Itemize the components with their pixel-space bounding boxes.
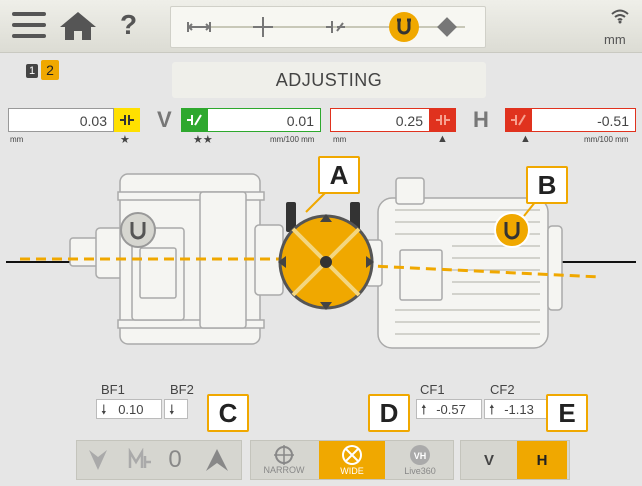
arrow-up-icon: 🠕 (421, 402, 427, 417)
help-icon[interactable]: ? (120, 9, 137, 41)
cf2-label: CF2 (490, 382, 515, 397)
view-direction-panel: V H (460, 440, 570, 480)
vh-badge: VH (414, 451, 427, 461)
callout-c: C (207, 394, 249, 432)
bf1-value-box: 🠗 0.10 (96, 399, 162, 419)
arrow-up-icon: 🠕 (489, 402, 495, 417)
h-gap-icon (430, 108, 456, 132)
move-up-button[interactable] (201, 441, 233, 479)
h-coupling-unit: mm (333, 135, 347, 144)
warning-icon: ▲ (437, 133, 448, 145)
h-angle-icon (505, 108, 531, 132)
cf1-value-box: 🠕 -0.57 (416, 399, 482, 419)
v-angle-field: 0.01 (207, 108, 321, 132)
workflow-steps (170, 6, 486, 48)
v-gap-icon (114, 108, 140, 132)
page-1-button[interactable]: 1 (26, 64, 38, 78)
wifi-icon (610, 8, 630, 24)
bf1-value: 0.10 (118, 402, 144, 417)
step-dimensions-icon[interactable] (185, 13, 213, 41)
crosshair-icon (274, 445, 294, 465)
view-v-button[interactable]: V (465, 441, 513, 479)
h-coupling-field: 0.25 (330, 108, 430, 132)
h-label: H (473, 107, 489, 132)
step-measure-icon[interactable] (249, 13, 277, 41)
wide-mode-button[interactable]: WIDE (319, 441, 385, 479)
callout-a: A (318, 156, 360, 194)
star-icon: ★ (120, 134, 130, 146)
zero-button[interactable]: 0 (163, 441, 187, 479)
bf1-label: BF1 (101, 382, 125, 397)
wide-mode-label: WIDE (340, 466, 364, 476)
home-icon[interactable] (58, 10, 98, 47)
live360-icon: VH (410, 445, 430, 465)
arrow-down-icon: 🠗 (169, 402, 175, 417)
tolerance-mode-panel: NARROW WIDE VH Live360 (250, 440, 454, 480)
callout-e: E (546, 394, 588, 432)
h-angle-field: -0.51 (531, 108, 636, 132)
cf1-label: CF1 (420, 382, 445, 397)
arrow-down-icon: 🠗 (101, 402, 107, 417)
unit-label: mm (604, 32, 626, 47)
step-results-icon[interactable] (321, 13, 349, 41)
step-adjust-icon[interactable] (389, 12, 419, 42)
page-2-button[interactable]: 2 (41, 60, 59, 80)
warning-icon: ▲ (520, 133, 531, 145)
menu-icon[interactable] (12, 12, 46, 40)
live360-mode-label: Live360 (404, 466, 436, 476)
view-h-button[interactable]: H (517, 441, 567, 479)
cf2-value-box: 🠕 -1.13 (484, 399, 550, 419)
bf2-value-box: 🠗 (164, 399, 188, 419)
move-down-button[interactable] (83, 441, 113, 479)
callout-d: D (368, 394, 410, 432)
cf1-value: -0.57 (436, 402, 466, 417)
foot-magnet-icon (120, 212, 156, 248)
wide-mode-icon (342, 445, 362, 465)
narrow-mode-button[interactable]: NARROW (251, 441, 317, 479)
v-coupling-field: 0.03 (8, 108, 114, 132)
callout-b: B (526, 166, 568, 204)
foot-adjust-panel: 0 (76, 440, 242, 480)
live360-mode-button[interactable]: VH Live360 (387, 441, 453, 479)
foot-magnet-icon (494, 212, 530, 248)
page-title: ADJUSTING (172, 62, 486, 98)
v-angle-unit: mm/100 mm (270, 135, 315, 144)
step-report-icon[interactable] (433, 13, 461, 41)
double-star-icon: ★★ (193, 134, 213, 146)
cf2-value: -1.13 (504, 402, 534, 417)
bf2-label: BF2 (170, 382, 194, 397)
narrow-mode-label: NARROW (263, 465, 305, 475)
v-angle-icon (181, 108, 207, 132)
v-coupling-unit: mm (10, 135, 24, 144)
shim-icon[interactable] (125, 441, 155, 479)
v-label: V (157, 107, 172, 132)
h-angle-unit: mm/100 mm (584, 135, 629, 144)
